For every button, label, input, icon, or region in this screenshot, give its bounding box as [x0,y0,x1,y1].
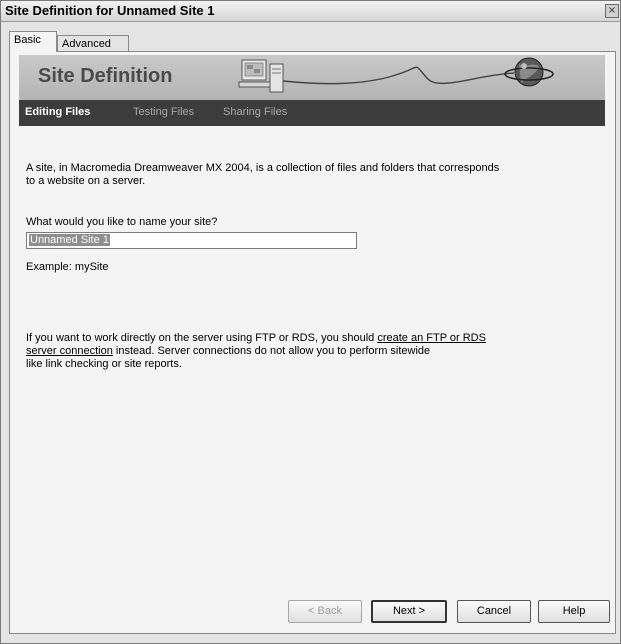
intro-line-1: A site, in Macromedia Dreamweaver MX 200… [26,162,500,174]
close-icon[interactable]: × [605,4,619,18]
banner-title: Site Definition [38,65,173,87]
help-button[interactable]: Help [538,600,610,623]
step-sharing-files[interactable]: Sharing Files [223,106,287,118]
window-title: Site Definition for Unnamed Site 1 [5,3,215,18]
step-editing-files[interactable]: Editing Files [25,106,90,118]
name-question-label: What would you like to name your site? [26,216,218,228]
step-testing-files[interactable]: Testing Files [133,106,194,118]
title-bar: Site Definition for Unnamed Site 1 × [1,1,620,22]
intro-line-2: to a website on a server. [26,175,146,187]
site-definition-dialog: Site Definition for Unnamed Site 1 × Bas… [0,0,621,644]
example-text: Example: mySite [26,261,109,273]
ftp-connection-link-cont[interactable]: server connection [26,345,113,357]
site-definition-banner: Site Definition [19,55,605,100]
next-button[interactable]: Next > [371,600,447,623]
ftp-text-prefix: If you want to work directly on the serv… [26,332,378,344]
wizard-steps-bar: Editing Files Testing Files Sharing File… [19,100,605,126]
ftp-connection-link[interactable]: create an FTP or RDS [377,332,486,344]
cancel-button[interactable]: Cancel [457,600,531,623]
tab-advanced[interactable]: Advanced [57,35,129,52]
site-name-input[interactable]: Unnamed Site 1 [26,232,357,249]
site-name-value: Unnamed Site 1 [29,234,110,246]
ftp-text-suffix: instead. Server connections do not allow… [112,345,431,357]
ftp-line-3: like link checking or site reports. [26,358,182,370]
basic-panel: Site Definition Editing Files Testing Fi… [9,51,616,634]
ftp-line-2: server connection instead. Server connec… [26,345,430,358]
back-button[interactable]: < Back [288,600,362,623]
computer-globe-icon [238,57,554,93]
tab-basic[interactable]: Basic [9,31,57,52]
ftp-line-1: If you want to work directly on the serv… [26,332,486,345]
